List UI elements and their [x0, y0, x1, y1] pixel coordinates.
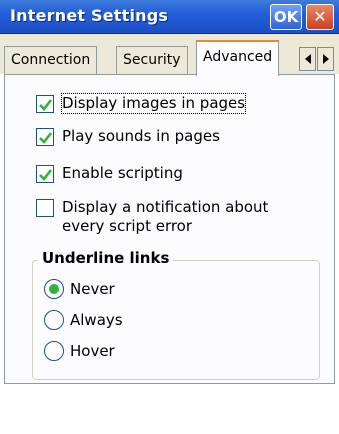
checkmark-icon [39, 99, 53, 111]
option-label: Display images in pages [60, 93, 247, 114]
radio-button[interactable] [44, 341, 64, 361]
radio-button[interactable] [44, 310, 64, 330]
option-play-sounds[interactable]: Play sounds in pages [36, 127, 220, 146]
tab-scroll-left-button[interactable] [299, 47, 316, 71]
radio-always[interactable]: Always [44, 310, 123, 330]
arrow-right-icon [323, 54, 329, 64]
tab-scroll-right-button[interactable] [317, 47, 334, 71]
close-button[interactable]: ✕ [306, 4, 334, 30]
radio-label: Hover [70, 342, 115, 360]
tab-connection[interactable]: Connection [4, 46, 98, 74]
title-bar: Internet Settings OK ✕ [0, 0, 339, 34]
bottom-bar [0, 384, 339, 434]
radio-never[interactable]: Never [44, 279, 115, 299]
ok-button[interactable]: OK [270, 4, 302, 30]
tab-security[interactable]: Security [116, 46, 188, 74]
radio-button[interactable] [44, 279, 64, 299]
arrow-left-icon [305, 54, 311, 64]
window-title: Internet Settings [10, 6, 169, 25]
checkbox[interactable] [36, 199, 54, 217]
option-label: Display a notification about every scrip… [62, 198, 269, 235]
tab-advanced[interactable]: Advanced [196, 40, 280, 76]
radio-label: Always [70, 311, 123, 329]
radio-hover[interactable]: Hover [44, 341, 115, 361]
checkbox[interactable] [36, 165, 54, 183]
group-title: Underline links [38, 249, 174, 267]
option-label: Enable scripting [62, 164, 183, 182]
checkbox[interactable] [36, 95, 54, 113]
radio-label: Never [70, 280, 115, 298]
option-display-images[interactable]: Display images in pages [36, 93, 247, 114]
option-script-error-notification[interactable]: Display a notification about every scrip… [36, 198, 286, 236]
option-label: Play sounds in pages [62, 127, 220, 145]
checkmark-icon [39, 132, 53, 144]
checkbox[interactable] [36, 128, 54, 146]
checkmark-icon [39, 169, 53, 181]
option-enable-scripting[interactable]: Enable scripting [36, 164, 183, 183]
